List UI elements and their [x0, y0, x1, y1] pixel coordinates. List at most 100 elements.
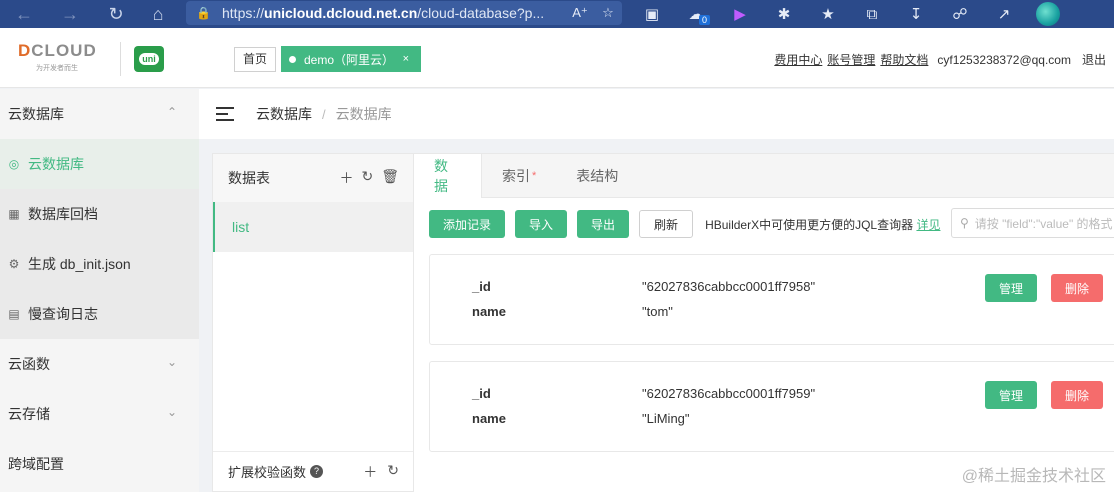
delete-button[interactable]: 删除 [1051, 274, 1104, 302]
shield-icon[interactable]: ☍ [938, 0, 982, 28]
collections-extension-icon[interactable]: ☁ 0 [674, 0, 718, 28]
sidebar-item-cross-domain[interactable]: 跨域配置 [0, 439, 199, 489]
tab-home[interactable]: 首页 [234, 47, 277, 72]
logout-link[interactable]: 退出 [1082, 51, 1106, 68]
sidebar-item-label: 云数据库 [28, 156, 84, 172]
puzzle-extension-icon[interactable]: ✱ [762, 0, 806, 28]
required-mark: * [532, 170, 537, 182]
notification-badge: 0 [698, 15, 710, 25]
refresh-icon[interactable]: ↻ [361, 168, 373, 188]
close-icon[interactable]: × [403, 53, 409, 65]
delete-button[interactable]: 删除 [1051, 381, 1104, 409]
record-card: _id "62027836cabbcc0001ff7959" name "LiM… [429, 361, 1114, 452]
field-value: "62027836cabbcc0001ff7958" [642, 279, 816, 294]
field-value: "LiMing" [642, 411, 690, 426]
breadcrumb-level1[interactable]: 云数据库 [256, 104, 312, 124]
sidebar-group-cloud-db[interactable]: 云数据库 ⌃ [0, 89, 199, 139]
tab-bar: 数据 索引 * 表结构 [414, 154, 1114, 198]
share-icon[interactable]: ↗ [982, 0, 1026, 28]
tables-panel: 数据表 ＋ ↻ 🗑 list 扩展校验函数 ? ＋ ↻ [212, 153, 414, 492]
tab-data[interactable]: 数据 [414, 154, 482, 198]
database-icon: ◎ [8, 157, 20, 171]
help-icon[interactable]: ? [310, 465, 324, 478]
field-key: _id [472, 386, 491, 401]
tab-index[interactable]: 索引 * [482, 154, 556, 198]
favorites-icon[interactable]: ★ [806, 0, 850, 28]
media-extension-icon[interactable]: ▶ [718, 0, 762, 28]
favorite-add-icon[interactable]: ☆ [594, 5, 622, 21]
validate-functions-footer: 扩展校验函数 ? ＋ ↻ [213, 451, 413, 491]
record-card: _id "62027836cabbcc0001ff7958" name "tom… [429, 254, 1114, 345]
add-record-button[interactable]: 添加记录 [429, 210, 506, 238]
uni-logo-text: uni [139, 53, 159, 65]
breadcrumb-separator: / [322, 106, 326, 122]
address-bar[interactable]: 🔒 https://unicloud.dcloud.net.cn/cloud-d… [186, 1, 622, 25]
menu-collapse-icon[interactable] [216, 107, 234, 121]
field-value: "tom" [642, 304, 673, 319]
trash-icon[interactable]: 🗑 [381, 168, 399, 188]
forward-icon[interactable]: → [54, 0, 86, 28]
refresh-button[interactable]: 刷新 [639, 210, 694, 238]
profile-avatar[interactable] [1026, 0, 1070, 28]
field-key: name [472, 304, 506, 319]
sidebar-group-cloud-storage[interactable]: 云存储 ⌄ [0, 389, 199, 439]
jql-hint-link[interactable]: 详见 [916, 218, 940, 232]
tab-schema[interactable]: 表结构 [556, 154, 638, 198]
breadcrumb-level2: 云数据库 [335, 106, 392, 122]
gear-icon: ⚙ [8, 257, 20, 271]
sidebar-group-label: 跨域配置 [8, 456, 64, 472]
url-text[interactable]: https://unicloud.dcloud.net.cn/cloud-dat… [222, 5, 566, 21]
field-value: "62027836cabbcc0001ff7959" [642, 386, 816, 401]
reload-icon[interactable]: ↻ [100, 0, 132, 28]
user-email: cyf1253238372@qq.com [937, 52, 1071, 67]
sidebar: 云数据库 ⌃ ◎ 云数据库 ▦ 数据库回档 ⚙ 生成 db_init.json … [0, 89, 199, 492]
breadcrumb: 云数据库 / 云数据库 [199, 89, 1114, 139]
lock-icon: 🔒 [196, 6, 211, 20]
extensions-area: ▣ ☁ 0 ▶ ✱ ★ ⧉ ↧ ☍ ↗ [630, 0, 1070, 28]
sidebar-item-db-init[interactable]: ⚙ 生成 db_init.json [0, 239, 199, 289]
refresh-icon[interactable]: ↻ [387, 462, 399, 482]
search-placeholder: 请按 "field":"value" 的格式 [974, 216, 1113, 231]
sidebar-item-label: 慢查询日志 [28, 306, 98, 322]
download-icon[interactable]: ↧ [894, 0, 938, 28]
tab-space-demo[interactable]: demo（阿里云） × [281, 46, 421, 72]
search-input[interactable]: ⚲ 请按 "field":"value" 的格式 [951, 208, 1114, 238]
manage-button[interactable]: 管理 [985, 381, 1038, 409]
watermark: @稀土掘金技术社区 [961, 468, 1106, 485]
chevron-up-icon: ⌃ [166, 105, 177, 119]
add-icon[interactable]: ＋ [339, 168, 353, 188]
sidebar-item-label: 数据库回档 [28, 206, 98, 222]
status-dot [289, 55, 296, 63]
home-icon[interactable]: ⌂ [142, 0, 174, 28]
back-icon[interactable]: ← [8, 0, 40, 28]
billing-link[interactable]: 费用中心 [774, 51, 822, 68]
sidebar-item-slow-query-log[interactable]: ▤ 慢查询日志 [0, 289, 199, 339]
dcloud-logo[interactable]: DCLOUD 为开发者而生 [18, 42, 108, 76]
log-icon: ▤ [8, 307, 20, 321]
sidebar-group-cloud-functions[interactable]: 云函数 ⌄ [0, 339, 199, 389]
export-button[interactable]: 导出 [577, 210, 630, 238]
logo-text: DCLOUD [18, 41, 97, 60]
logo-subtitle: 为开发者而生 [36, 65, 78, 72]
table-item-list[interactable]: list [213, 202, 413, 252]
manage-button[interactable]: 管理 [985, 274, 1038, 302]
space-tab-label: demo（阿里云） [304, 52, 395, 67]
game-extension-icon[interactable]: ▣ [630, 0, 674, 28]
sidebar-item-db-rollback[interactable]: ▦ 数据库回档 [0, 189, 199, 239]
sidebar-item-cloud-db[interactable]: ◎ 云数据库 [0, 139, 199, 189]
field-key: _id [472, 279, 491, 294]
tables-panel-header: 数据表 ＋ ↻ 🗑 [213, 154, 413, 202]
archive-icon: ▦ [8, 207, 20, 221]
search-icon: ⚲ [960, 216, 969, 230]
add-icon[interactable]: ＋ [363, 462, 377, 482]
help-docs-link[interactable]: 帮助文档 [880, 51, 928, 68]
account-link[interactable]: 账号管理 [827, 51, 875, 68]
import-button[interactable]: 导入 [515, 210, 568, 238]
field-key: name [472, 411, 506, 426]
unicloud-logo[interactable]: uni [134, 46, 164, 72]
data-toolbar: 添加记录 导入 导出 刷新 HBuilderX中可使用更方便的JQL查询器 详见 [429, 210, 940, 238]
chevron-down-icon: ⌄ [166, 405, 177, 419]
read-aloud-icon[interactable]: A⁺ [566, 5, 594, 21]
tables-panel-title: 数据表 [228, 170, 270, 186]
collections-icon[interactable]: ⧉ [850, 0, 894, 28]
